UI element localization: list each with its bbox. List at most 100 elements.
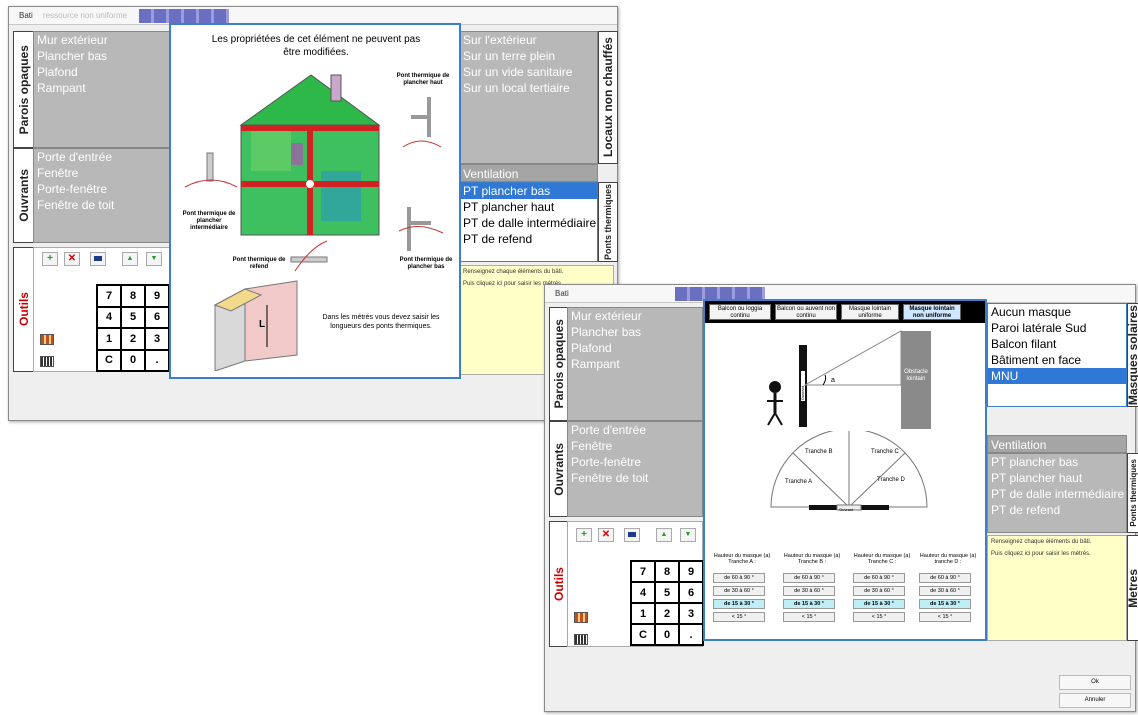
keypad-key[interactable]: 8: [656, 562, 678, 581]
ok-button[interactable]: Ok: [1059, 675, 1131, 690]
ventilation-header[interactable]: Ventilation: [987, 435, 1127, 453]
tab-ponts-thermiques[interactable]: Ponts thermiques: [1127, 453, 1138, 533]
opening-item[interactable]: Porte-fenêtre: [568, 454, 702, 470]
tab-balcon-auvent[interactable]: Balcon ou auvent non continu: [775, 304, 837, 320]
opening-item[interactable]: Fenêtre de toit: [34, 197, 170, 213]
mask-height-option[interactable]: de 30 à 60 °: [853, 586, 905, 596]
move-up-button[interactable]: ▲: [656, 528, 672, 542]
thermal-bridge-item[interactable]: PT de dalle intermédiaire: [460, 215, 597, 231]
card-icon[interactable]: [90, 252, 106, 266]
mask-height-option[interactable]: de 60 à 90 °: [853, 573, 905, 583]
keypad-key[interactable]: 8: [122, 286, 144, 306]
opaque-wall-item[interactable]: Rampant: [34, 80, 170, 96]
keypad-key[interactable]: 2: [656, 604, 678, 623]
mask-height-option[interactable]: de 15 à 30 °: [853, 599, 905, 609]
mask-height-option[interactable]: de 60 à 90 °: [713, 573, 765, 583]
help-panel[interactable]: Renseignez chaque éléments du bâti. Puis…: [987, 535, 1127, 641]
tab-parois-opaques[interactable]: Parois opaques: [549, 307, 569, 421]
tab-locaux-non-chauffes[interactable]: Locaux non chauffés: [598, 31, 618, 164]
opening-item[interactable]: Porte d'entrée: [34, 149, 170, 165]
keypad-key[interactable]: .: [680, 625, 702, 644]
unheated-room-item[interactable]: Sur un terre plein: [460, 48, 597, 64]
tab-balcon-loggia[interactable]: Balcon ou loggia continu: [709, 304, 771, 320]
thermal-bridge-item[interactable]: PT de refend: [988, 502, 1126, 518]
mask-height-option[interactable]: de 30 à 60 °: [783, 586, 835, 596]
opaque-wall-item[interactable]: Plancher bas: [568, 324, 702, 340]
cancel-button[interactable]: Annuler: [1059, 693, 1131, 708]
keypad-key[interactable]: 1: [98, 329, 120, 349]
keypad-key[interactable]: 5: [122, 307, 144, 327]
keypad-key[interactable]: 4: [632, 583, 654, 602]
ventilation-header[interactable]: Ventilation: [459, 164, 598, 182]
tab-ouvrants[interactable]: Ouvrants: [549, 421, 569, 517]
tab-outils[interactable]: Outils: [13, 247, 35, 372]
opaque-wall-item[interactable]: Plafond: [568, 340, 702, 356]
keypad-key[interactable]: 0: [656, 625, 678, 644]
mask-height-option[interactable]: de 30 à 60 °: [919, 586, 971, 596]
thermal-bridge-item[interactable]: PT plancher bas: [988, 454, 1126, 470]
keypad-key[interactable]: 9: [680, 562, 702, 581]
solar-mask-item[interactable]: Paroi latérale Sud: [988, 320, 1126, 336]
keypad-key[interactable]: 4: [98, 307, 120, 327]
keypad-key[interactable]: 9: [146, 286, 168, 306]
keypad-key[interactable]: 1: [632, 604, 654, 623]
opaque-wall-item[interactable]: Plancher bas: [34, 48, 170, 64]
thermal-bridge-item[interactable]: PT plancher haut: [988, 470, 1126, 486]
tab-metres[interactable]: Metres: [1127, 535, 1138, 641]
solar-mask-item[interactable]: Balcon filant: [988, 336, 1126, 352]
color-grid-icon[interactable]: [40, 334, 54, 345]
keypad-key[interactable]: 0: [122, 350, 144, 370]
card-icon[interactable]: [624, 528, 640, 542]
keypad-key[interactable]: 2: [122, 329, 144, 349]
add-button[interactable]: +: [576, 528, 592, 542]
thermal-bridge-item[interactable]: PT plancher haut: [460, 199, 597, 215]
opening-item[interactable]: Porte d'entrée: [568, 422, 702, 438]
unheated-room-item[interactable]: Sur un vide sanitaire: [460, 64, 597, 80]
keypad-key[interactable]: C: [632, 625, 654, 644]
opaque-wall-item[interactable]: Mur extérieur: [34, 32, 170, 48]
solar-mask-item[interactable]: Bâtiment en face: [988, 352, 1126, 368]
tab-masque-uniforme[interactable]: Masque lointain uniforme: [841, 304, 899, 320]
thermal-bridge-item[interactable]: PT de dalle intermédiaire: [988, 486, 1126, 502]
keypad-key[interactable]: 7: [632, 562, 654, 581]
mask-height-option[interactable]: < 15 °: [919, 612, 971, 622]
opening-item[interactable]: Fenêtre de toit: [568, 470, 702, 486]
keypad-key[interactable]: 6: [680, 583, 702, 602]
opening-item[interactable]: Fenêtre: [34, 165, 170, 181]
tab-parois-opaques[interactable]: Parois opaques: [13, 31, 35, 148]
tab-masque-non-uniforme[interactable]: Masque lointain non uniforme: [903, 304, 961, 320]
keyboard-icon[interactable]: [574, 634, 588, 645]
opaque-wall-item[interactable]: Plafond: [34, 64, 170, 80]
remove-button[interactable]: ✕: [598, 528, 614, 542]
keypad-key[interactable]: 7: [98, 286, 120, 306]
move-up-button[interactable]: ▲: [122, 252, 138, 266]
keypad-key[interactable]: 3: [146, 329, 168, 349]
thermal-bridge-item[interactable]: PT de refend: [460, 231, 597, 247]
keypad-key[interactable]: 6: [146, 307, 168, 327]
unheated-room-item[interactable]: Sur l'extérieur: [460, 32, 597, 48]
solar-mask-item[interactable]: MNU: [988, 368, 1126, 384]
mask-height-option[interactable]: de 15 à 30 °: [919, 599, 971, 609]
color-grid-icon[interactable]: [574, 612, 588, 623]
remove-button[interactable]: ✕: [64, 252, 80, 266]
keypad-key[interactable]: 3: [680, 604, 702, 623]
mask-height-option[interactable]: < 15 °: [783, 612, 835, 622]
tab-outils[interactable]: Outils: [549, 521, 569, 647]
mask-height-option[interactable]: < 15 °: [853, 612, 905, 622]
keypad-key[interactable]: 5: [656, 583, 678, 602]
mask-height-option[interactable]: < 15 °: [713, 612, 765, 622]
mask-height-option[interactable]: de 30 à 60 °: [713, 586, 765, 596]
keypad-key[interactable]: C: [98, 350, 120, 370]
tab-ouvrants[interactable]: Ouvrants: [13, 148, 35, 243]
solar-mask-item[interactable]: Aucun masque: [988, 304, 1126, 320]
tab-masques-solaires[interactable]: Masques solaires: [1127, 303, 1138, 407]
move-down-button[interactable]: ▼: [146, 252, 162, 266]
opaque-wall-item[interactable]: Mur extérieur: [568, 308, 702, 324]
mask-height-option[interactable]: de 60 à 90 °: [919, 573, 971, 583]
mask-height-option[interactable]: de 15 à 30 °: [713, 599, 765, 609]
thermal-bridge-item[interactable]: PT plancher bas: [460, 183, 597, 199]
mask-height-option[interactable]: de 15 à 30 °: [783, 599, 835, 609]
unheated-room-item[interactable]: Sur un local tertiaire: [460, 80, 597, 96]
tab-ponts-thermiques[interactable]: Ponts thermiques: [598, 182, 618, 262]
add-button[interactable]: +: [42, 252, 58, 266]
